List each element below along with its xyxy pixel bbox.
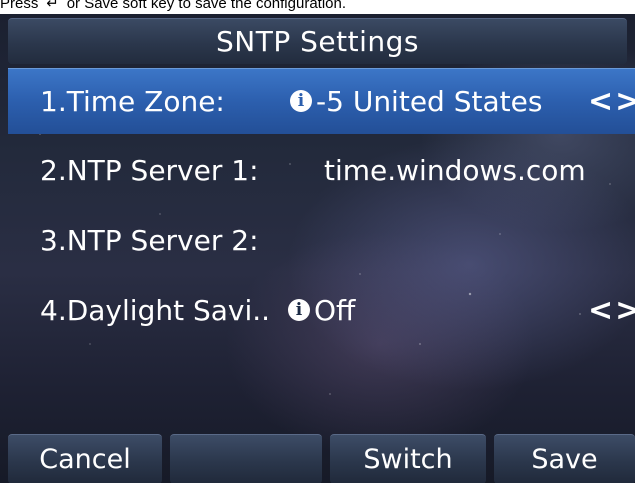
instruction-suffix: or Save soft key to save the configurati… bbox=[66, 0, 347, 12]
setting-label-ntp-server-1: 2.NTP Server 1: bbox=[40, 154, 259, 187]
left-right-arrows-icon[interactable]: <> bbox=[588, 278, 635, 344]
setting-label-ntp-server-2: 3.NTP Server 2: bbox=[40, 224, 259, 257]
setting-row-daylight-saving[interactable]: 4.Daylight Savi.. i Off <> bbox=[8, 278, 635, 344]
setting-row-ntp-server-1[interactable]: 2.NTP Server 1: time.windows.com bbox=[8, 138, 635, 204]
daylight-saving-value-text: Off bbox=[314, 294, 356, 327]
setting-row-time-zone[interactable]: 1.Time Zone: i -5 United States <> bbox=[8, 68, 635, 134]
ok-key-icon: ↵ bbox=[46, 0, 59, 12]
info-icon: i bbox=[290, 90, 312, 112]
setting-label-time-zone: 1.Time Zone: bbox=[40, 85, 225, 118]
setting-label-daylight-saving: 4.Daylight Savi.. bbox=[40, 294, 271, 327]
instruction-prefix: Press bbox=[0, 0, 39, 12]
time-zone-value-text: -5 United States bbox=[316, 85, 543, 118]
page-title: SNTP Settings bbox=[216, 25, 419, 58]
instruction-text: Press ↵ or Save soft key to save the con… bbox=[0, 0, 635, 14]
title-bar: SNTP Settings bbox=[8, 18, 627, 64]
phone-screen: SNTP Settings 1.Time Zone: i -5 United St… bbox=[0, 14, 635, 483]
cancel-softkey[interactable]: Cancel bbox=[8, 434, 162, 483]
setting-value-daylight-saving[interactable]: i Off bbox=[288, 278, 355, 344]
setting-row-ntp-server-2[interactable]: 3.NTP Server 2: bbox=[8, 208, 635, 274]
ntp-server-1-field[interactable]: time.windows.com bbox=[324, 138, 586, 204]
setting-value-time-zone[interactable]: i -5 United States bbox=[290, 69, 542, 135]
info-icon: i bbox=[288, 299, 310, 321]
blank-softkey[interactable] bbox=[170, 434, 322, 483]
left-right-arrows-icon[interactable]: <> bbox=[588, 69, 635, 135]
switch-softkey[interactable]: Switch bbox=[330, 434, 486, 483]
save-softkey[interactable]: Save bbox=[494, 434, 635, 483]
